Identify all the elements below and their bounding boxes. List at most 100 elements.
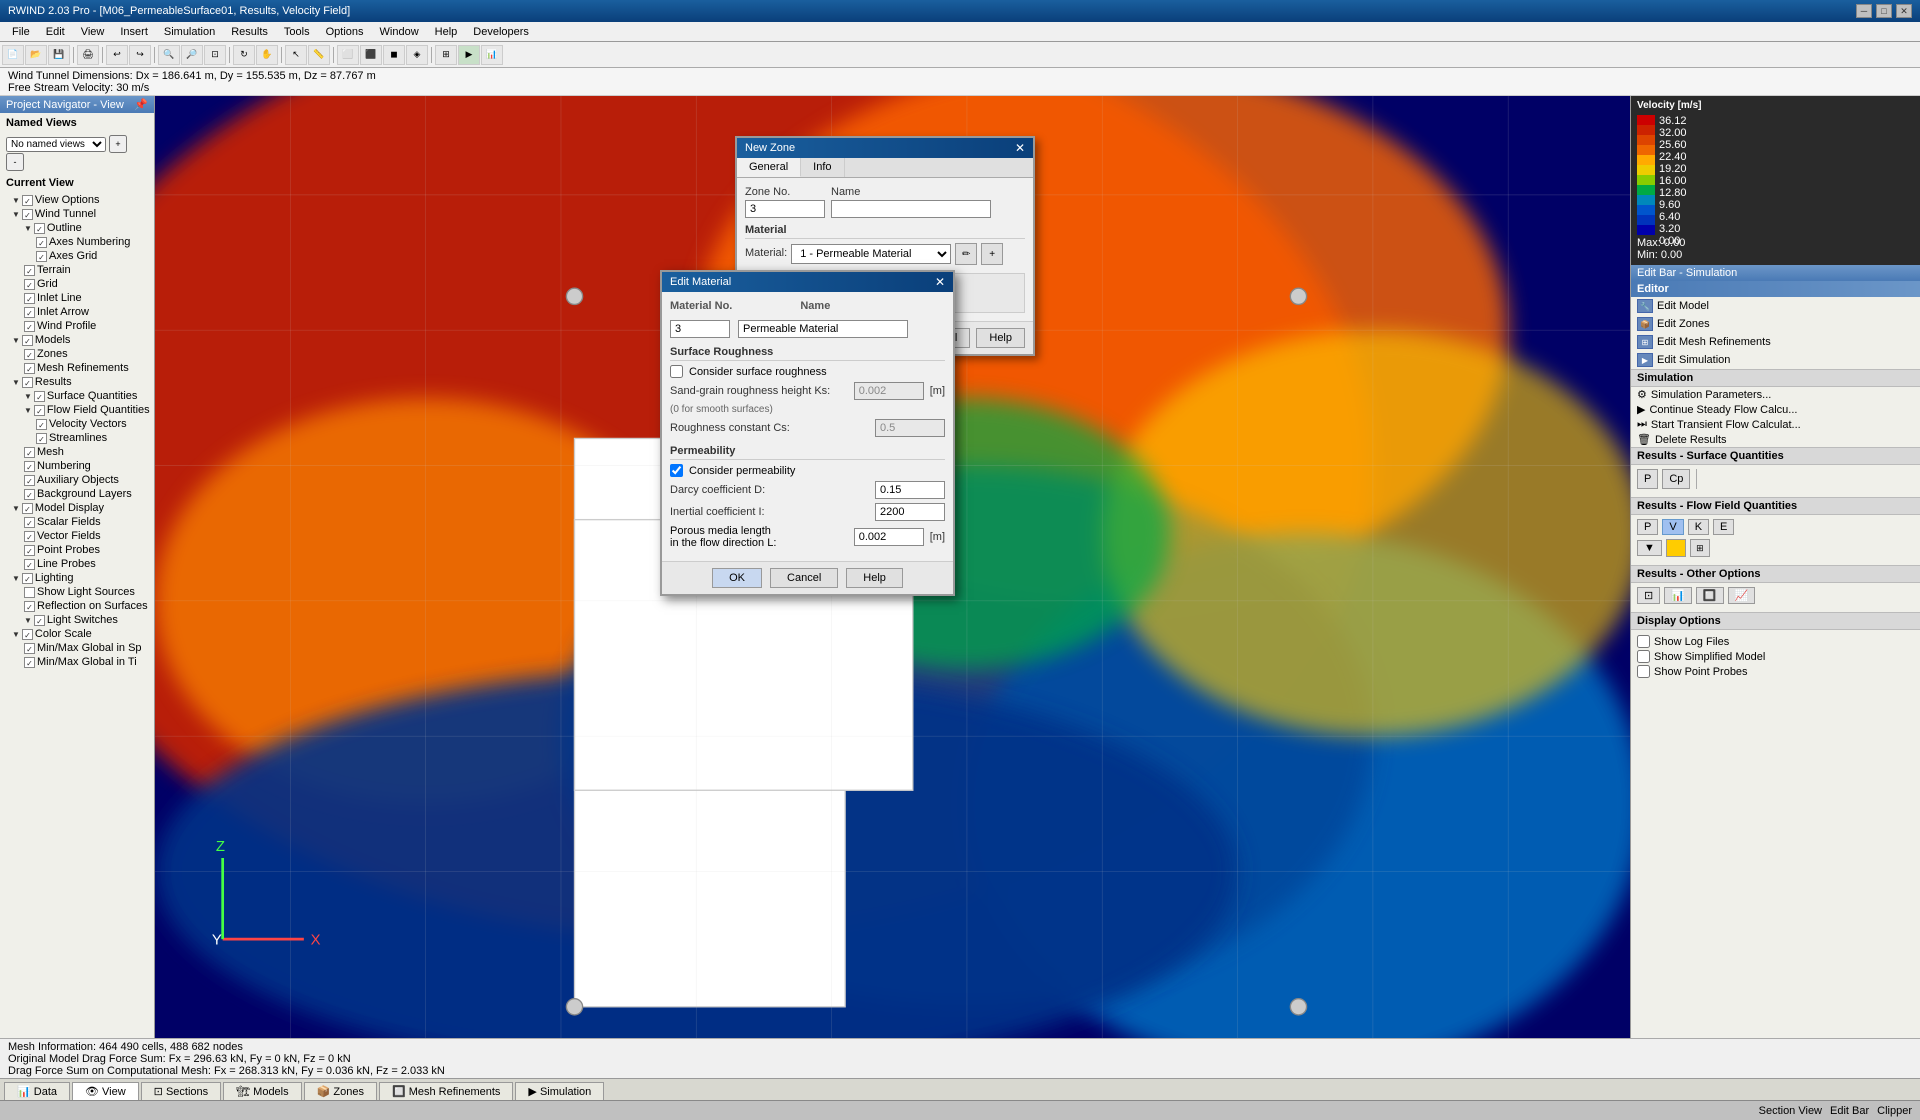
tree-models[interactable]: ▼ Models: [0, 333, 154, 347]
tab-view[interactable]: 👁 View: [72, 1082, 139, 1100]
disp-log-files-checkbox[interactable]: [1637, 635, 1650, 648]
flow-v-btn[interactable]: V: [1662, 519, 1683, 535]
edit-zones-item[interactable]: 📦 Edit Zones: [1631, 315, 1920, 333]
tree-velocity-vectors[interactable]: Velocity Vectors: [0, 417, 154, 431]
tree-lighting[interactable]: ▼ Lighting: [0, 571, 154, 585]
roughness-ks-input[interactable]: [854, 382, 924, 400]
edit-bar-label[interactable]: Edit Bar: [1830, 1105, 1869, 1117]
tree-cb-color-scale[interactable]: [22, 629, 33, 640]
disp-point-probes-checkbox[interactable]: [1637, 665, 1650, 678]
tree-cb-inlet-arrow[interactable]: [24, 307, 35, 318]
tree-cb-outline[interactable]: [34, 223, 45, 234]
tree-cb-view-options[interactable]: [22, 195, 33, 206]
menu-insert[interactable]: Insert: [112, 24, 156, 40]
zone-no-input[interactable]: [745, 200, 825, 218]
tree-surface-qty[interactable]: ▼ Surface Quantities: [0, 389, 154, 403]
tree-cb-surface-qty[interactable]: [34, 391, 45, 402]
edit-material-ok-button[interactable]: OK: [712, 568, 762, 588]
toolbar-fit[interactable]: ⊡: [204, 45, 226, 65]
flow-p-btn[interactable]: P: [1637, 519, 1658, 535]
toolbar-zoom-out[interactable]: 🔎: [181, 45, 203, 65]
menu-simulation[interactable]: Simulation: [156, 24, 223, 40]
new-zone-tab-info[interactable]: Info: [801, 158, 844, 177]
menu-developers[interactable]: Developers: [465, 24, 537, 40]
toolbar-new[interactable]: 📄: [2, 45, 24, 65]
tree-cb-axes-numbering[interactable]: [36, 237, 47, 248]
tree-numbering[interactable]: Numbering: [0, 459, 154, 473]
toolbar-redo[interactable]: ↪: [129, 45, 151, 65]
other-btn2[interactable]: 📊: [1664, 587, 1692, 604]
tree-cb-model-display[interactable]: [22, 503, 33, 514]
toolbar-zoom-in[interactable]: 🔍: [158, 45, 180, 65]
tree-streamlines[interactable]: Streamlines: [0, 431, 154, 445]
toolbar-undo[interactable]: ↩: [106, 45, 128, 65]
tree-cb-mesh[interactable]: [24, 447, 35, 458]
other-btn4[interactable]: 📈: [1728, 587, 1756, 604]
toolbar-results[interactable]: 📊: [481, 45, 503, 65]
tree-cb-axes-grid[interactable]: [36, 251, 47, 262]
edit-mesh-item[interactable]: ⊞ Edit Mesh Refinements: [1631, 333, 1920, 351]
tree-cb-reflection[interactable]: [24, 601, 35, 612]
tree-mesh-refinements[interactable]: Mesh Refinements: [0, 361, 154, 375]
tree-grid[interactable]: Grid: [0, 277, 154, 291]
menu-help[interactable]: Help: [427, 24, 466, 40]
mat-no-input[interactable]: [670, 320, 730, 338]
tree-point-probes[interactable]: Point Probes: [0, 543, 154, 557]
tree-flow-field-qty[interactable]: ▼ Flow Field Quantities: [0, 403, 154, 417]
sim-steady-item[interactable]: ▶ Continue Steady Flow Calcu...: [1631, 402, 1920, 417]
new-zone-tab-general[interactable]: General: [737, 158, 801, 177]
surface-pressure-btn[interactable]: P: [1637, 469, 1658, 489]
flow-grid-btn[interactable]: ⊞: [1690, 539, 1710, 557]
flow-k-btn[interactable]: K: [1688, 519, 1709, 535]
tree-minmax-global-ti[interactable]: Min/Max Global in Ti: [0, 655, 154, 669]
consider-roughness-checkbox[interactable]: [670, 365, 683, 378]
tree-cb-vector-fields[interactable]: [24, 531, 35, 542]
edit-material-help-button[interactable]: Help: [846, 568, 903, 588]
named-views-dropdown[interactable]: No named views: [6, 137, 106, 152]
menu-view[interactable]: View: [73, 24, 113, 40]
tree-cb-line-probes[interactable]: [24, 559, 35, 570]
menu-file[interactable]: File: [4, 24, 38, 40]
maximize-button[interactable]: □: [1876, 4, 1892, 18]
tree-wind-tunnel[interactable]: ▼ Wind Tunnel: [0, 207, 154, 221]
tree-cb-grid[interactable]: [24, 279, 35, 290]
edit-model-item[interactable]: 🔧 Edit Model: [1631, 297, 1920, 315]
porous-input[interactable]: [854, 528, 924, 546]
toolbar-view-3d[interactable]: ◈: [406, 45, 428, 65]
darcy-input[interactable]: [875, 481, 945, 499]
menu-results[interactable]: Results: [223, 24, 276, 40]
toolbar-view-front[interactable]: ⬛: [360, 45, 382, 65]
new-zone-close-button[interactable]: ✕: [1015, 141, 1025, 155]
tree-light-sources[interactable]: Show Light Sources: [0, 585, 154, 599]
toolbar-simulation-run[interactable]: ▶: [458, 45, 480, 65]
tree-cb-light-sources[interactable]: [24, 587, 35, 598]
toolbar-save[interactable]: 💾: [48, 45, 70, 65]
toolbar-view-side[interactable]: ◼: [383, 45, 405, 65]
tree-cb-wind-profile[interactable]: [24, 321, 35, 332]
consider-permeability-checkbox[interactable]: [670, 464, 683, 477]
other-btn3[interactable]: 🔲: [1696, 587, 1724, 604]
tree-inlet-line[interactable]: Inlet Line: [0, 291, 154, 305]
tree-cb-minmax-sp[interactable]: [24, 643, 35, 654]
edit-material-cancel-button[interactable]: Cancel: [770, 568, 838, 588]
tree-cb-scalar-fields[interactable]: [24, 517, 35, 528]
tree-line-probes[interactable]: Line Probes: [0, 557, 154, 571]
toolbar-select[interactable]: ↖: [285, 45, 307, 65]
material-dropdown[interactable]: 1 - Permeable Material: [791, 244, 951, 264]
roughness-cs-input[interactable]: [875, 419, 945, 437]
sim-delete-item[interactable]: 🗑 Delete Results: [1631, 432, 1920, 447]
tab-zones[interactable]: 📦 Zones: [304, 1082, 377, 1100]
surface-cp-btn[interactable]: Cp: [1662, 469, 1690, 489]
tree-outline[interactable]: ▼ Outline: [0, 221, 154, 235]
tree-terrain[interactable]: Terrain: [0, 263, 154, 277]
section-view-label[interactable]: Section View: [1759, 1105, 1822, 1117]
tab-sections[interactable]: ⊡ Sections: [141, 1082, 221, 1100]
flow-select-btn[interactable]: ▼: [1637, 540, 1662, 556]
tree-scalar-fields[interactable]: Scalar Fields: [0, 515, 154, 529]
tree-cb-terrain[interactable]: [24, 265, 35, 276]
tree-cb-light-switches[interactable]: [34, 615, 45, 626]
tree-axes-grid[interactable]: Axes Grid: [0, 249, 154, 263]
tree-wind-profile[interactable]: Wind Profile: [0, 319, 154, 333]
tab-simulation[interactable]: ▶ Simulation: [515, 1082, 604, 1100]
toolbar-rotate[interactable]: ↻: [233, 45, 255, 65]
